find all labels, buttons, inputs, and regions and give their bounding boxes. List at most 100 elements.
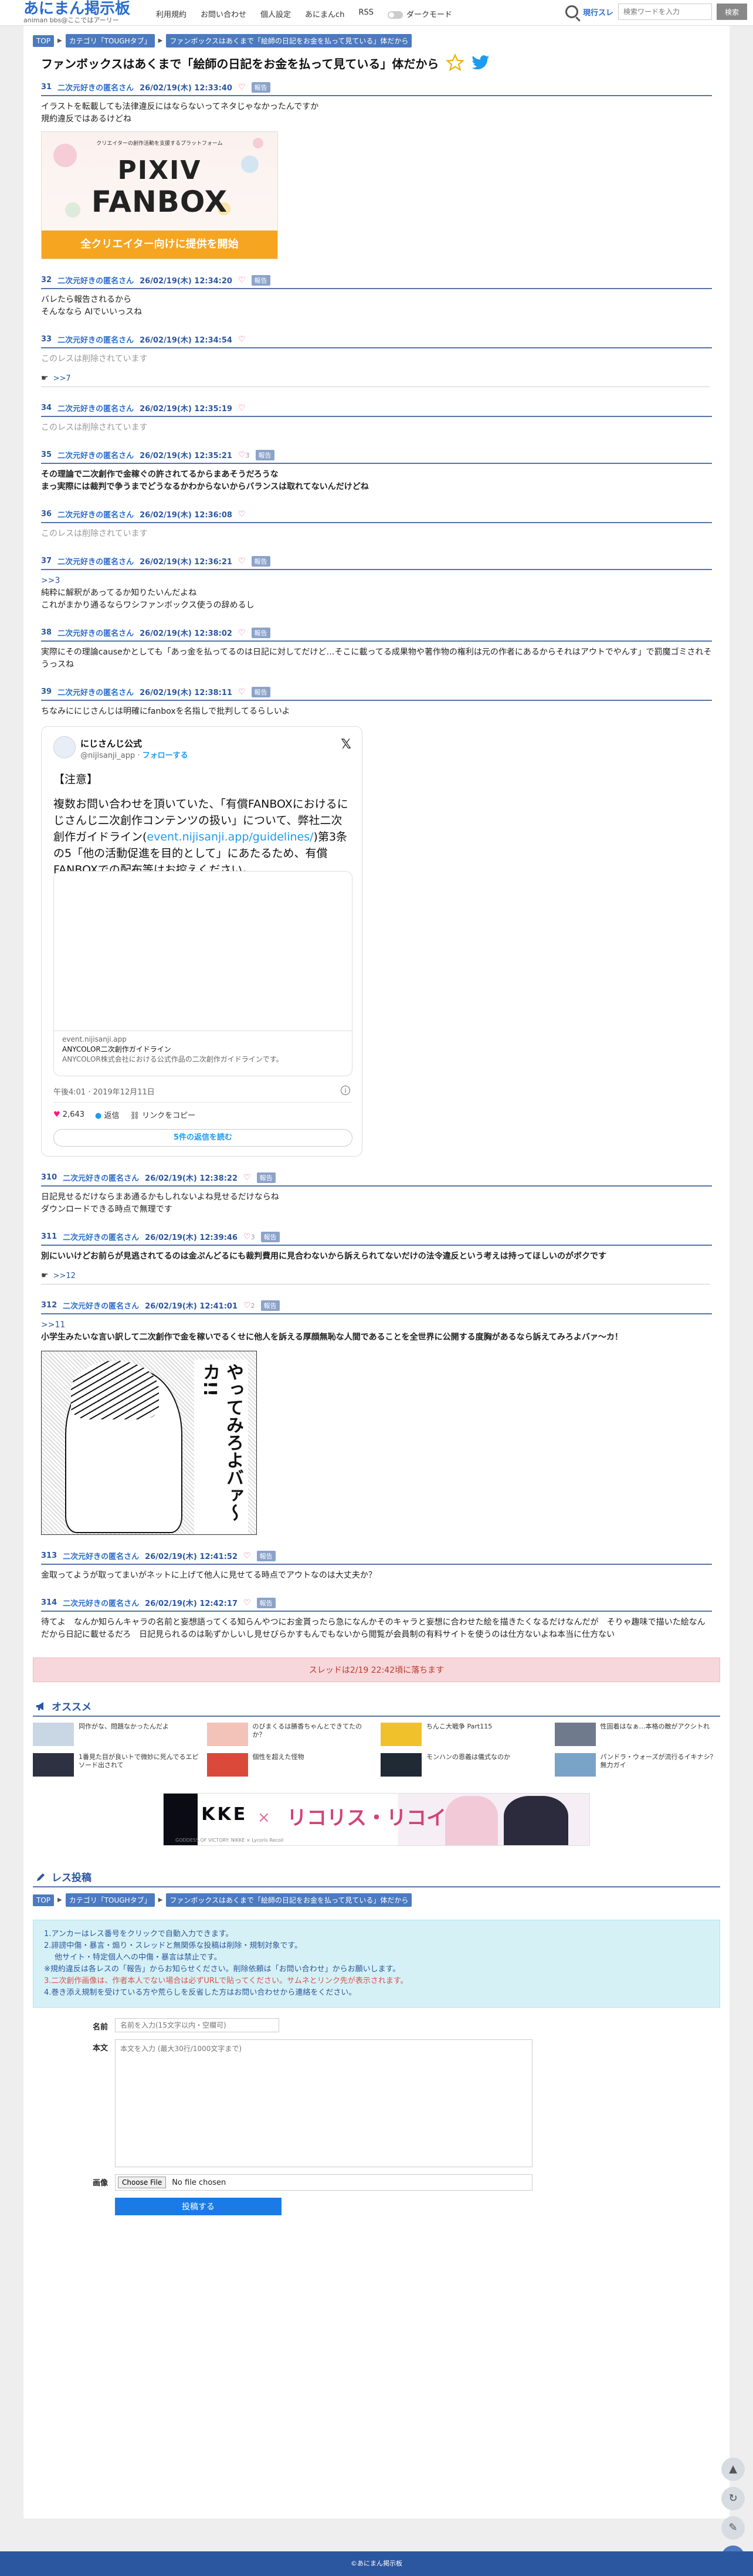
report-button[interactable]: 報告	[255, 449, 274, 460]
submit-button[interactable]: 投稿する	[115, 2198, 281, 2215]
like-button[interactable]: ♡	[238, 276, 246, 285]
like-button[interactable]: ♡	[238, 510, 246, 519]
recommend-item[interactable]: 性固着はなぁ…本格の敵がアクシトれ	[554, 1723, 721, 1747]
nav-contact[interactable]: お問い合わせ	[201, 8, 246, 19]
breadcrumb-thread[interactable]: ファンボックスはあくまで「絵師の日記をお金を払って見ている」体だから	[166, 1893, 412, 1907]
nav-settings[interactable]: 個人設定	[260, 8, 291, 19]
like-button[interactable]: ♡	[238, 557, 246, 566]
reply-link-row[interactable]: ☛ >>7	[41, 374, 710, 387]
like-button[interactable]: ♡	[243, 1173, 251, 1182]
recommend-item[interactable]: 個性を超えた怪物	[206, 1753, 373, 1778]
reply-anchor[interactable]: >>3	[41, 575, 712, 587]
recommend-item[interactable]: のびまくるは勝香ちゃんとできてたのか？	[206, 1723, 373, 1747]
logo-main: あにまん掲示板	[23, 0, 131, 18]
nav-animanch[interactable]: あにまんch	[305, 8, 344, 19]
like-button[interactable]: ♡	[238, 687, 246, 697]
search-input[interactable]	[618, 4, 712, 20]
report-button[interactable]: 報告	[251, 627, 270, 638]
post-number[interactable]: 311	[41, 1232, 57, 1241]
recommend-item[interactable]: 同作がな、問題なかったんだよ	[33, 1723, 199, 1747]
like-button[interactable]: ♡	[238, 335, 246, 344]
post-number[interactable]: 37	[41, 557, 52, 565]
post-number[interactable]: 36	[41, 510, 52, 518]
favorite-star-icon[interactable]	[446, 53, 465, 72]
tweet-copy-link-button[interactable]: ⛓ リンクをコピー	[130, 1109, 196, 1120]
tweet-read-replies-button[interactable]: 5件の返信を読む	[53, 1129, 352, 1147]
choose-file-button[interactable]: Choose File	[118, 2177, 167, 2188]
tweet-avatar[interactable]	[53, 736, 76, 758]
post-number[interactable]: 31	[41, 83, 52, 91]
x-logo-icon[interactable]: 𝕏	[341, 737, 351, 752]
name-field[interactable]	[115, 2018, 279, 2032]
post-number[interactable]: 313	[41, 1551, 57, 1560]
like-button[interactable]: ♡3	[238, 450, 250, 460]
tweet-link[interactable]: event.nijisanji.app/guidelines/	[147, 831, 313, 843]
thread-limit-notice: スレッドは2/19 22:42頃に落ちます	[33, 1658, 720, 1682]
ad-banner[interactable]: NIKKE × リコリス・リコイル GODDESS OF VICTORY: NI…	[163, 1793, 590, 1846]
post-date: 26/02/19(木) 12:38:22	[145, 1174, 238, 1183]
post-number[interactable]: 314	[41, 1598, 57, 1607]
report-button[interactable]: 報告	[260, 1231, 280, 1242]
refresh-icon[interactable]: ↻	[721, 2487, 745, 2510]
report-button[interactable]: 報告	[251, 82, 270, 93]
report-button[interactable]: 報告	[251, 686, 270, 697]
tweet-link-preview[interactable]: event.nijisanji.app ANYCOLOR二次創作ガイドライン ANY…	[53, 871, 352, 1076]
info-icon[interactable]: i	[341, 1086, 350, 1095]
search-scope-select[interactable]: 現行スレ	[583, 6, 613, 18]
twitter-share-icon[interactable]	[472, 55, 490, 70]
tweet-like-button[interactable]: ♥ 2,643	[53, 1110, 84, 1119]
breadcrumb-top[interactable]: TOP	[33, 35, 55, 47]
post-number[interactable]: 38	[41, 628, 52, 637]
post-number[interactable]: 33	[41, 335, 52, 344]
breadcrumb-category[interactable]: カテゴリ「TOUGHタブ」	[65, 34, 155, 48]
report-button[interactable]: 報告	[256, 1550, 276, 1561]
recommend-item[interactable]: パンドラ・ウォーズが流行るイキナシ？ 無力ガイ	[554, 1753, 721, 1778]
like-button[interactable]: ♡	[243, 1551, 251, 1561]
report-button[interactable]: 報告	[256, 1597, 276, 1608]
recommend-thumbnail	[33, 1723, 74, 1746]
edit-icon[interactable]: ✎	[721, 2516, 745, 2540]
link-icon: ⛓	[130, 1111, 140, 1120]
post-date: 26/02/19(木) 12:38:02	[140, 629, 232, 638]
like-button[interactable]: ♡2	[243, 1301, 255, 1310]
like-button[interactable]: ♡	[238, 404, 246, 413]
post-number[interactable]: 32	[41, 276, 52, 284]
like-button[interactable]: ♡3	[243, 1232, 255, 1242]
like-button[interactable]: ♡	[238, 628, 246, 638]
tweet-reply-button[interactable]: ● 返信	[95, 1109, 120, 1120]
like-button[interactable]: ♡	[238, 83, 246, 92]
post-number[interactable]: 310	[41, 1173, 57, 1182]
post-number[interactable]: 34	[41, 404, 52, 412]
reply-anchor[interactable]: >>11	[41, 1319, 712, 1331]
post-date: 26/02/19(木) 12:35:19	[140, 405, 232, 413]
report-button[interactable]: 報告	[256, 1172, 276, 1183]
tweet-author-name[interactable]: にじさんじ公式	[80, 737, 142, 750]
reply-link[interactable]: >>7	[53, 374, 71, 383]
report-button[interactable]: 報告	[251, 555, 270, 567]
tweet-follow-button[interactable]: フォローする	[143, 751, 188, 760]
search-button[interactable]: 検索	[716, 4, 747, 20]
nav-rss[interactable]: RSS	[358, 8, 374, 19]
breadcrumb-top[interactable]: TOP	[33, 1894, 55, 1906]
breadcrumb-category[interactable]: カテゴリ「TOUGHタブ」	[65, 1893, 155, 1907]
heart-icon: ♡	[238, 334, 246, 344]
dark-mode-toggle[interactable]: ダークモード	[387, 8, 452, 19]
report-button[interactable]: 報告	[260, 1300, 280, 1311]
site-logo[interactable]: あにまん掲示板 animan bbs@ここではアーリー	[23, 1, 130, 24]
report-button[interactable]: 報告	[251, 274, 270, 286]
recommend-item[interactable]: モンハンの恩義は儀式なのか	[381, 1753, 547, 1778]
like-button[interactable]: ♡	[243, 1598, 251, 1608]
recommend-item[interactable]: ちんこ大戦争 Part115	[381, 1723, 547, 1747]
body-textarea[interactable]	[115, 2039, 532, 2167]
post-number[interactable]: 39	[41, 687, 52, 696]
breadcrumb-thread[interactable]: ファンボックスはあくまで「絵師の日記をお金を払って見ている」体だから	[166, 34, 412, 48]
post-number[interactable]: 35	[41, 450, 52, 459]
recommend-title: 個性を超えた怪物	[252, 1753, 304, 1761]
nav-terms[interactable]: 利用規約	[156, 8, 186, 19]
scroll-top-icon[interactable]: ▲	[721, 2458, 745, 2481]
reply-link-row[interactable]: ☛ >>12	[41, 1271, 710, 1284]
recommend-item[interactable]: 1番見た目が良いトで微妙に死んでるエピソード出されて	[33, 1753, 199, 1778]
post-number[interactable]: 312	[41, 1301, 57, 1310]
reply-link[interactable]: >>12	[53, 1272, 76, 1280]
tweet-timestamp[interactable]: 午後4:01 · 2019年12月11日	[53, 1086, 155, 1097]
